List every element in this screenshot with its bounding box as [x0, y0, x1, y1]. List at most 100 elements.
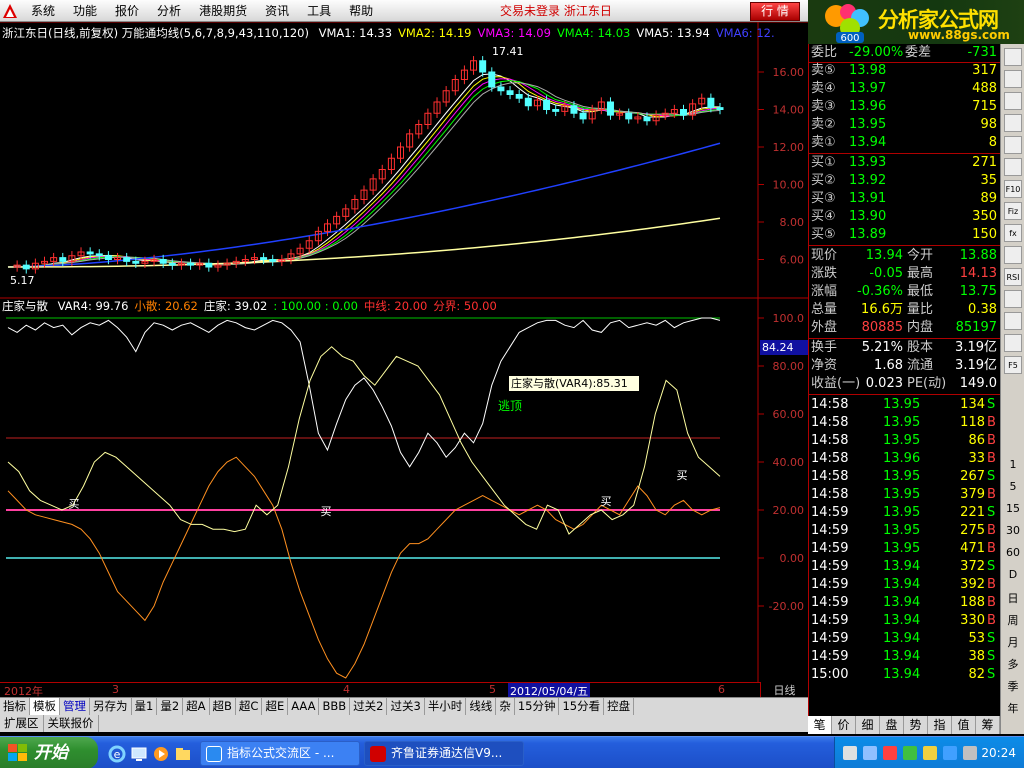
brand-banner[interactable]: 600 分析家公式网 www.88gs.com: [808, 0, 1024, 44]
task-tdx[interactable]: 齐鲁证券通达信V9...: [364, 741, 524, 766]
quote-button[interactable]: 行 情: [750, 2, 800, 21]
high-label: 17.41: [492, 45, 524, 58]
quote-tab-0[interactable]: 笔: [808, 716, 832, 734]
tab-4[interactable]: 量1: [132, 698, 158, 715]
tab-16[interactable]: 杂: [496, 698, 515, 715]
quote-tab-4[interactable]: 势: [904, 716, 928, 734]
f5-icon[interactable]: F5: [1004, 356, 1022, 374]
period-9[interactable]: 多: [1001, 656, 1024, 672]
tab-15[interactable]: 线线: [466, 698, 497, 715]
tab-1[interactable]: 模板: [30, 698, 60, 715]
escape-top-annotation: 逃顶: [498, 399, 523, 413]
period-1[interactable]: 5: [1001, 480, 1024, 493]
quote-tab-6[interactable]: 值: [952, 716, 976, 734]
arrow-icon[interactable]: [1004, 290, 1022, 308]
refresh-icon[interactable]: [1004, 312, 1022, 330]
quote-tab-7[interactable]: 筹: [976, 716, 1000, 734]
tab-2[interactable]: 管理: [60, 698, 90, 715]
tab-7[interactable]: 超B: [210, 698, 236, 715]
tab-19[interactable]: 控盘: [604, 698, 635, 715]
tab-17[interactable]: 15分钟: [515, 698, 560, 715]
buy-signal-3: 买: [677, 469, 688, 482]
folder-icon[interactable]: [174, 745, 192, 763]
date-axis[interactable]: 2012年 3 4 5 2012/05/04/五 6: [0, 682, 808, 699]
period-5[interactable]: D: [1001, 568, 1024, 581]
pen-icon[interactable]: [1004, 334, 1022, 352]
tab-9[interactable]: 超E: [262, 698, 289, 715]
menu-2[interactable]: 报价: [106, 0, 148, 22]
candle-body: [570, 105, 578, 114]
tab-12[interactable]: 过关2: [350, 698, 388, 715]
period-0[interactable]: 1: [1001, 458, 1024, 471]
sell-label: 卖④: [811, 81, 836, 96]
line-icon[interactable]: [1004, 70, 1022, 88]
ime-icon[interactable]: [903, 746, 917, 760]
period-11[interactable]: 年: [1001, 700, 1024, 716]
period-7[interactable]: 周: [1001, 612, 1024, 628]
desktop-icon[interactable]: [130, 745, 148, 763]
ie-icon[interactable]: e: [108, 745, 126, 763]
menu-1[interactable]: 功能: [64, 0, 106, 22]
period-4[interactable]: 60: [1001, 546, 1024, 559]
tick-time: 14:59: [811, 577, 849, 592]
tab-10[interactable]: AAA: [288, 698, 320, 715]
menu-3[interactable]: 分析: [148, 0, 190, 22]
quote-tab-5[interactable]: 指: [928, 716, 952, 734]
task-forum[interactable]: 指标公式交流区 - ...: [200, 741, 360, 766]
side-toolbar: F10 Fiz fx RSI F5 1 5 15 30 60 D 日周月多季年: [1000, 44, 1024, 734]
sell-label: 卖②: [811, 117, 836, 132]
tab-18[interactable]: 15分看: [559, 698, 605, 715]
ma-icon[interactable]: [1004, 114, 1022, 132]
f10-icon[interactable]: [1004, 158, 1022, 176]
start-button[interactable]: 开始: [0, 737, 98, 768]
tab-5[interactable]: 量2: [157, 698, 184, 715]
quote-tab-1[interactable]: 价: [832, 716, 856, 734]
tab-14[interactable]: 半小时: [425, 698, 467, 715]
menu-0[interactable]: 系统: [22, 0, 64, 22]
fx-icon[interactable]: Fiz: [1004, 202, 1022, 220]
menu-7[interactable]: 帮助: [340, 0, 382, 22]
kline-chart[interactable]: 买买买买 16.0014.0012.0010.008.006.00100.080…: [0, 22, 808, 682]
quote-tab-3[interactable]: 盘: [880, 716, 904, 734]
bars-icon[interactable]: [1004, 48, 1022, 66]
tab-11[interactable]: BBB: [319, 698, 351, 715]
period-2[interactable]: 15: [1001, 502, 1024, 515]
vma-legend-1: VMA1: 14.33: [318, 26, 393, 40]
tick-side: B: [987, 433, 996, 448]
period-6[interactable]: 日: [1001, 590, 1024, 606]
macd-icon[interactable]: [1004, 246, 1022, 264]
period-8[interactable]: 月: [1001, 634, 1024, 650]
period-10[interactable]: 季: [1001, 678, 1024, 694]
security-icon[interactable]: [883, 746, 897, 760]
menu-6[interactable]: 工具: [298, 0, 340, 22]
stat-row-4: 外盘 80885 内盘 85197: [809, 319, 1001, 337]
rsi-icon[interactable]: RSI: [1004, 268, 1022, 286]
volume-icon[interactable]: [863, 746, 877, 760]
ind-tick-label: 0.00: [780, 552, 805, 565]
menu-4[interactable]: 港股期货: [190, 0, 256, 22]
tick-side: B: [987, 613, 996, 628]
period-label[interactable]: 日线: [760, 682, 808, 697]
tick-side: S: [987, 649, 996, 664]
umbrella-icon[interactable]: [943, 746, 957, 760]
tab-6[interactable]: 超A: [183, 698, 210, 715]
candle-icon[interactable]: [1004, 92, 1022, 110]
tab2-0[interactable]: 扩展区: [0, 715, 44, 732]
tick-time: 14:59: [811, 523, 849, 538]
tab-8[interactable]: 超C: [236, 698, 263, 715]
grid-icon[interactable]: [1004, 136, 1022, 154]
var4-line: [7, 317, 721, 468]
tab-13[interactable]: 过关3: [387, 698, 425, 715]
messenger-icon[interactable]: [963, 746, 977, 760]
zoom-icon[interactable]: fx: [1004, 224, 1022, 242]
tray-app-icon[interactable]: [923, 746, 937, 760]
tab2-1[interactable]: 关联报价: [44, 715, 99, 732]
media-icon[interactable]: [152, 745, 170, 763]
network-icon[interactable]: [843, 746, 857, 760]
quote-tab-2[interactable]: 细: [856, 716, 880, 734]
menu-5[interactable]: 资讯: [256, 0, 298, 22]
tab-3[interactable]: 另存为: [90, 698, 132, 715]
tab-0[interactable]: 指标: [0, 698, 30, 715]
period-3[interactable]: 30: [1001, 524, 1024, 537]
fiz-icon[interactable]: F10: [1004, 180, 1022, 198]
